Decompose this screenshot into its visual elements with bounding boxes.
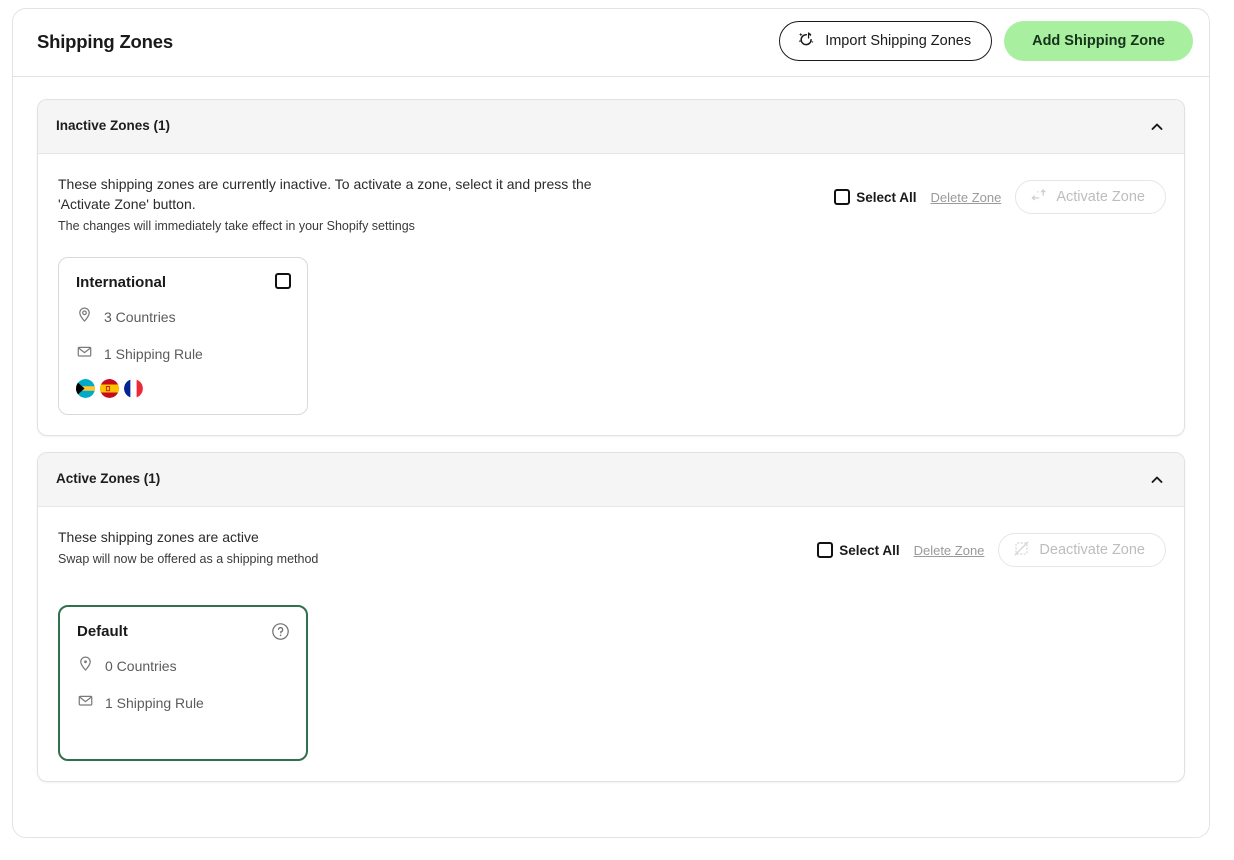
activate-zone-button[interactable]: Activate Zone xyxy=(1015,180,1166,214)
location-pin-icon xyxy=(76,306,93,328)
deactivate-zone-button[interactable]: Deactivate Zone xyxy=(998,533,1166,567)
inactive-zone-list: International 3 Countries 1 Shipping Rul… xyxy=(58,257,1166,415)
activate-arrows-icon xyxy=(1030,187,1047,208)
section-active-zones-title: Active Zones (1) xyxy=(56,471,161,486)
zone-rules-row: 1 Shipping Rule xyxy=(77,692,288,714)
zone-countries-row: 0 Countries xyxy=(77,655,288,677)
import-shipping-zones-button[interactable]: Import Shipping Zones xyxy=(779,21,993,61)
magic-import-icon xyxy=(797,30,816,53)
active-description: These shipping zones are active xyxy=(58,529,259,545)
add-shipping-zone-label: Add Shipping Zone xyxy=(1032,33,1165,49)
deactivate-grid-icon xyxy=(1013,540,1030,561)
page-body: Inactive Zones (1) These shipping zones … xyxy=(13,77,1209,782)
zone-countries-text: 0 Countries xyxy=(105,658,177,674)
section-inactive-zones-header[interactable]: Inactive Zones (1) xyxy=(38,100,1184,154)
envelope-icon xyxy=(77,692,94,714)
section-inactive-zones: Inactive Zones (1) These shipping zones … xyxy=(37,99,1185,436)
page-header: Shipping Zones Import Shipping Zones Add… xyxy=(13,9,1209,77)
zone-rules-row: 1 Shipping Rule xyxy=(76,343,289,365)
deactivate-zone-label: Deactivate Zone xyxy=(1039,542,1145,558)
flag-france xyxy=(124,379,143,398)
zone-countries-text: 3 Countries xyxy=(104,309,176,325)
inactive-description-row: These shipping zones are currently inact… xyxy=(58,174,1166,235)
zone-card-corner xyxy=(275,273,291,289)
zone-card-default[interactable]: Default 0 Countries 1 Shipping Rule xyxy=(58,605,308,761)
add-shipping-zone-button[interactable]: Add Shipping Zone xyxy=(1004,21,1193,61)
zone-countries-row: 3 Countries xyxy=(76,306,289,328)
chevron-up-icon[interactable] xyxy=(1148,118,1166,136)
zone-card-title: International xyxy=(76,274,167,291)
active-select-all[interactable]: Select All xyxy=(817,542,900,558)
header-actions: Import Shipping Zones Add Shipping Zone xyxy=(779,21,1193,61)
section-active-zones: Active Zones (1) These shipping zones ar… xyxy=(37,452,1185,782)
inactive-select-all-checkbox[interactable] xyxy=(834,189,851,205)
help-circle-icon[interactable] xyxy=(271,622,290,646)
active-controls: Select All Delete Zone Deactivate Zone xyxy=(817,533,1166,567)
inactive-delete-zone-link[interactable]: Delete Zone xyxy=(931,190,1002,205)
zone-select-checkbox[interactable] xyxy=(275,273,291,289)
active-select-all-label: Select All xyxy=(839,542,900,558)
section-active-zones-body: These shipping zones are active Swap wil… xyxy=(38,507,1184,781)
active-select-all-checkbox[interactable] xyxy=(817,542,834,558)
zone-flag-list xyxy=(76,379,289,398)
flag-bahamas xyxy=(76,379,95,398)
chevron-up-icon[interactable] xyxy=(1148,471,1166,489)
page-title: Shipping Zones xyxy=(37,31,173,52)
section-inactive-zones-title: Inactive Zones (1) xyxy=(56,118,171,133)
active-zone-list: Default 0 Countries 1 Shipping Rule xyxy=(58,605,1166,761)
import-shipping-zones-label: Import Shipping Zones xyxy=(825,33,972,49)
active-delete-zone-link[interactable]: Delete Zone xyxy=(914,543,985,558)
zone-rules-text: 1 Shipping Rule xyxy=(105,695,204,711)
inactive-select-all-label: Select All xyxy=(856,189,917,205)
activate-zone-label: Activate Zone xyxy=(1056,189,1145,205)
envelope-icon xyxy=(76,343,93,365)
inactive-controls: Select All Delete Zone Activate Zone xyxy=(834,180,1166,214)
section-inactive-zones-body: These shipping zones are currently inact… xyxy=(38,154,1184,435)
active-description-row: These shipping zones are active Swap wil… xyxy=(58,527,1166,583)
inactive-select-all[interactable]: Select All xyxy=(834,189,917,205)
flag-spain xyxy=(100,379,119,398)
inactive-sub-description: The changes will immediately take effect… xyxy=(58,219,415,233)
location-pin-icon xyxy=(77,655,94,677)
inactive-description: These shipping zones are currently inact… xyxy=(58,176,592,212)
zone-card-title: Default xyxy=(77,623,128,640)
section-active-zones-header[interactable]: Active Zones (1) xyxy=(38,453,1184,507)
zone-card-corner xyxy=(271,622,290,646)
shipping-zones-page: Shipping Zones Import Shipping Zones Add… xyxy=(12,8,1210,838)
zone-rules-text: 1 Shipping Rule xyxy=(104,346,203,362)
zone-card-international[interactable]: International 3 Countries 1 Shipping Rul… xyxy=(58,257,308,415)
